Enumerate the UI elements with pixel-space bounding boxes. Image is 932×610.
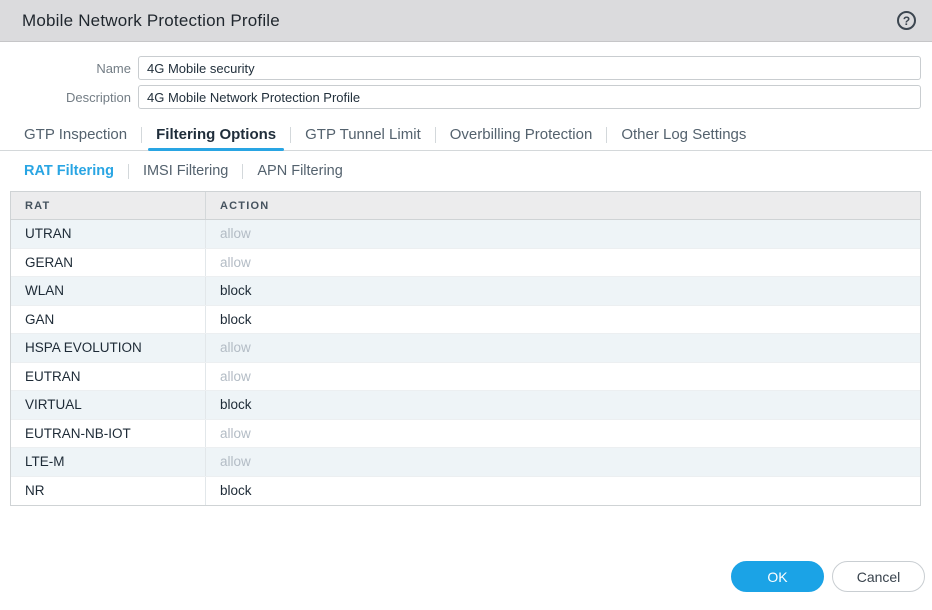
table-row: NR block [11,476,920,506]
profile-form: Name Description [0,42,932,109]
subtab-imsi-filtering[interactable]: IMSI Filtering [129,163,242,179]
table-row: HSPA EVOLUTION allow [11,334,920,363]
name-field[interactable] [138,56,921,80]
table-row: WLAN block [11,277,920,306]
rat-cell: WLAN [11,277,206,305]
name-label: Name [96,60,131,76]
rat-cell: LTE-M [11,448,206,476]
description-row: Description [0,85,932,109]
rat-cell: HSPA EVOLUTION [11,334,206,362]
action-cell[interactable]: block [206,306,920,334]
table-row: VIRTUAL block [11,391,920,420]
action-cell[interactable]: allow [206,220,920,248]
table-row: EUTRAN allow [11,362,920,391]
tab-gtp-inspection[interactable]: GTP Inspection [10,119,141,150]
rat-cell: NR [11,476,206,505]
table-row: LTE-M allow [11,448,920,477]
table-header-row: RAT ACTION [11,192,920,220]
filtering-subtab-bar: RAT Filtering IMSI Filtering APN Filteri… [0,151,932,191]
action-cell[interactable]: allow [206,334,920,362]
tab-filtering-options[interactable]: Filtering Options [142,119,290,151]
mobile-network-protection-profile-dialog: Mobile Network Protection Profile ? Name… [0,0,932,610]
description-field[interactable] [138,85,921,109]
rat-cell: UTRAN [11,220,206,248]
dialog-footer: OK Cancel [731,561,925,592]
action-cell[interactable]: allow [206,448,920,476]
rat-cell: EUTRAN [11,362,206,390]
subtab-apn-filtering[interactable]: APN Filtering [243,163,356,179]
dialog-titlebar: Mobile Network Protection Profile ? [0,0,932,42]
ok-button[interactable]: OK [731,561,824,592]
name-row: Name [0,56,932,80]
help-icon[interactable]: ? [897,11,916,30]
action-cell[interactable]: allow [206,420,920,448]
table-body: UTRAN allow GERAN allow WLAN block GAN b… [11,220,920,505]
action-cell[interactable]: block [206,277,920,305]
tab-other-log-settings[interactable]: Other Log Settings [607,119,760,150]
tab-overbilling-protection[interactable]: Overbilling Protection [436,119,607,150]
column-header-action: ACTION [220,199,270,212]
description-label: Description [65,89,131,105]
table-row: GAN block [11,305,920,334]
action-cell[interactable]: block [206,391,920,419]
rat-cell: EUTRAN-NB-IOT [11,419,206,447]
table-row: EUTRAN-NB-IOT allow [11,419,920,448]
dialog-title: Mobile Network Protection Profile [22,10,280,30]
rat-cell: GERAN [11,248,206,276]
action-cell[interactable]: block [206,477,920,506]
action-cell[interactable]: allow [206,249,920,277]
rat-filtering-table: RAT ACTION UTRAN allow GERAN allow WLAN … [10,191,921,506]
tab-gtp-tunnel-limit[interactable]: GTP Tunnel Limit [291,119,435,150]
table-row: GERAN allow [11,248,920,277]
table-row: UTRAN allow [11,220,920,249]
column-header-rat: RAT [11,192,206,219]
cancel-button[interactable]: Cancel [832,561,925,592]
action-cell[interactable]: allow [206,363,920,391]
rat-cell: GAN [11,305,206,333]
subtab-rat-filtering[interactable]: RAT Filtering [10,163,128,179]
main-tab-bar: GTP Inspection Filtering Options GTP Tun… [0,119,932,151]
rat-cell: VIRTUAL [11,391,206,419]
